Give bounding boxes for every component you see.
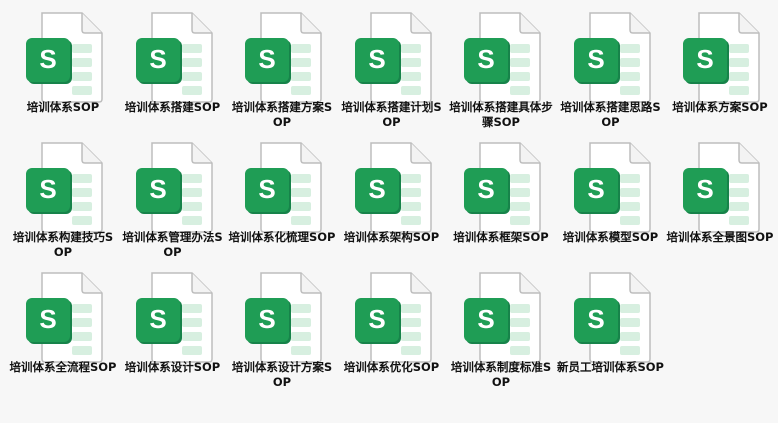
file-name: 培训体系全流程SOP (9, 360, 117, 374)
file-name: 培训体系全景图SOP (666, 230, 774, 244)
badge-letter: S (258, 304, 275, 334)
badge-letter: S (39, 44, 56, 74)
file-name: 培训体系架构SOP (343, 230, 440, 244)
sway-document-icon: S (26, 142, 103, 233)
sway-document-icon: S (135, 12, 213, 103)
file-item[interactable]: S 培训体系SOP (8, 8, 118, 138)
badge-letter: S (368, 44, 385, 74)
badge-letter: S (587, 174, 604, 204)
badge-letter: S (587, 304, 604, 334)
file-name: 新员工培训体系SOP (557, 360, 664, 374)
file-name: 培训体系SOP (26, 100, 100, 114)
sway-document-icon: S (683, 142, 760, 233)
file-item[interactable]: S 培训体系搭建计划SOP (337, 8, 447, 138)
badge-letter: S (477, 304, 494, 334)
file-item[interactable]: S 培训体系化梳理SOP (227, 138, 337, 268)
file-name: 培训体系搭建方案SOP (231, 100, 333, 129)
file-name: 培训体系优化SOP (343, 360, 440, 374)
file-item[interactable]: S 培训体系框架SOP (446, 138, 556, 268)
file-name: 培训体系框架SOP (453, 230, 549, 244)
badge-letter: S (696, 174, 713, 204)
file-name: 培训体系管理办法SOP (122, 230, 223, 259)
sway-document-icon: S (683, 12, 760, 103)
file-item[interactable]: S 培训体系搭建SOP (118, 8, 228, 138)
badge-letter: S (149, 304, 166, 334)
file-name: 培训体系搭建思路SOP (560, 100, 661, 129)
file-grid: S 培训体系SOP S 培训体系搭建SOP S 培训体系搭建方案SOP S 培训… (0, 0, 778, 423)
file-item[interactable]: S 培训体系制度标准SOP (446, 268, 556, 398)
file-item[interactable]: S 培训体系设计方案SOP (227, 268, 337, 398)
file-item[interactable]: S 培训体系管理办法SOP (118, 138, 228, 268)
file-item[interactable]: S 培训体系构建技巧SOP (8, 138, 118, 268)
file-name: 培训体系构建技巧SOP (12, 230, 114, 259)
file-name: 培训体系搭建SOP (124, 100, 221, 114)
sway-document-icon: S (464, 272, 541, 363)
file-name: 培训体系设计SOP (124, 360, 221, 374)
sway-document-icon: S (354, 272, 432, 363)
sway-document-icon: S (245, 272, 322, 363)
sway-document-icon: S (573, 272, 651, 363)
file-item[interactable]: S 培训体系模型SOP (556, 138, 666, 268)
sway-document-icon: S (26, 272, 103, 363)
file-item[interactable]: S 培训体系方案SOP (665, 8, 775, 138)
file-item[interactable]: S 新员工培训体系SOP (556, 268, 666, 398)
badge-letter: S (258, 174, 275, 204)
badge-letter: S (258, 44, 275, 74)
file-name: 培训体系设计方案SOP (231, 360, 333, 389)
badge-letter: S (477, 44, 494, 74)
badge-letter: S (39, 304, 56, 334)
file-item[interactable]: S 培训体系全流程SOP (8, 268, 118, 398)
badge-letter: S (149, 174, 166, 204)
file-name: 培训体系方案SOP (672, 100, 768, 114)
sway-document-icon: S (26, 12, 103, 103)
sway-document-icon: S (464, 12, 541, 103)
file-name: 培训体系搭建具体步骤SOP (449, 100, 553, 129)
sway-document-icon: S (135, 272, 213, 363)
sway-document-icon: S (573, 12, 651, 103)
badge-letter: S (39, 174, 56, 204)
sway-document-icon: S (573, 142, 651, 233)
file-item[interactable]: S 培训体系搭建方案SOP (227, 8, 337, 138)
sway-document-icon: S (354, 142, 432, 233)
badge-letter: S (477, 174, 494, 204)
sway-document-icon: S (135, 142, 213, 233)
file-item[interactable]: S 培训体系搭建思路SOP (556, 8, 666, 138)
badge-letter: S (149, 44, 166, 74)
badge-letter: S (696, 44, 713, 74)
badge-letter: S (587, 44, 604, 74)
file-name: 培训体系制度标准SOP (450, 360, 552, 389)
file-item[interactable]: S 培训体系优化SOP (337, 268, 447, 398)
file-item[interactable]: S 培训体系设计SOP (118, 268, 228, 398)
file-name: 培训体系模型SOP (562, 230, 659, 244)
file-name: 培训体系搭建计划SOP (341, 100, 442, 129)
badge-letter: S (368, 304, 385, 334)
sway-document-icon: S (245, 142, 322, 233)
sway-document-icon: S (464, 142, 541, 233)
file-item[interactable]: S 培训体系架构SOP (337, 138, 447, 268)
sway-document-icon: S (245, 12, 322, 103)
sway-document-icon: S (354, 12, 432, 103)
file-item[interactable]: S 培训体系全景图SOP (665, 138, 775, 268)
file-name: 培训体系化梳理SOP (228, 230, 336, 244)
badge-letter: S (368, 174, 385, 204)
file-item[interactable]: S 培训体系搭建具体步骤SOP (446, 8, 556, 138)
